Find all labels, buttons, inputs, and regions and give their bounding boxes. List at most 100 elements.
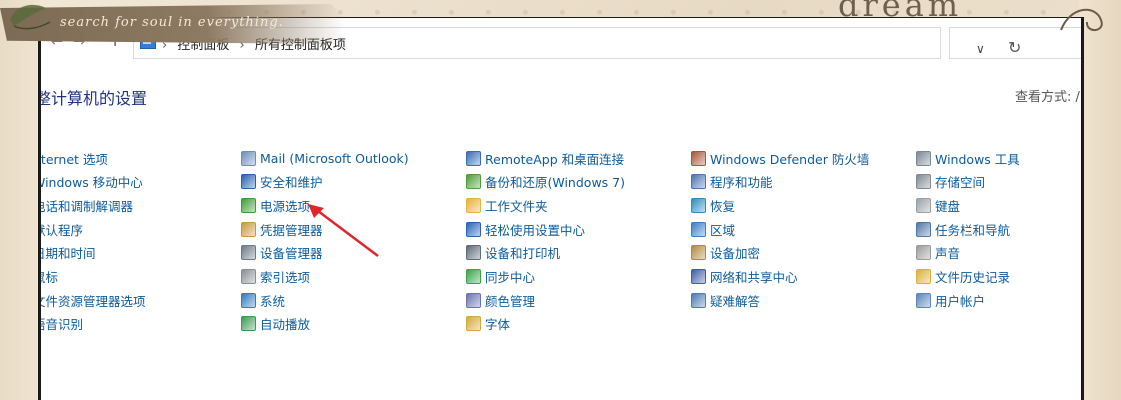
control-panel-item[interactable]: 文件资源管理器选项 bbox=[38, 289, 146, 311]
control-panel-item[interactable]: 鼠标 bbox=[41, 266, 59, 288]
sound-icon bbox=[916, 245, 931, 261]
storage-icon bbox=[916, 174, 931, 190]
control-panel-item[interactable]: 用户帐户 bbox=[916, 289, 985, 311]
swirl-icon bbox=[1060, 8, 1103, 31]
item-label: Windows Defender 防火墙 bbox=[710, 151, 870, 167]
power-icon bbox=[241, 197, 256, 213]
control-panel-item[interactable]: 轻松使用设置中心 bbox=[466, 218, 585, 240]
item-label: 语音识别 bbox=[38, 317, 84, 333]
item-label: 用户帐户 bbox=[935, 293, 986, 309]
file-history-icon bbox=[916, 269, 931, 284]
view-by-selector[interactable]: 查看方式: / bbox=[1015, 86, 1080, 105]
control-panel-item[interactable]: Windows 工具 bbox=[916, 147, 1020, 169]
item-label: Windows 工具 bbox=[935, 151, 1020, 167]
control-panel-item[interactable]: 恢复 bbox=[691, 194, 735, 216]
autoplay-icon bbox=[241, 316, 256, 332]
item-label: 恢复 bbox=[710, 198, 736, 214]
control-panel-item[interactable]: Windows Defender 防火墙 bbox=[691, 147, 869, 169]
control-panel-item[interactable]: 自动播放 bbox=[241, 313, 310, 335]
control-panel-item[interactable]: 语音识别 bbox=[38, 313, 84, 335]
item-label: 文件历史记录 bbox=[935, 270, 1011, 285]
item-label: 存储空间 bbox=[935, 175, 986, 191]
troubleshoot-icon bbox=[691, 292, 706, 308]
control-panel-item[interactable]: 任务栏和导航 bbox=[916, 218, 1010, 240]
page-title: 整计算机的设置 bbox=[38, 89, 148, 108]
control-panel-item[interactable]: 字体 bbox=[466, 313, 510, 335]
control-panel-item[interactable]: Windows 移动中心 bbox=[41, 171, 143, 193]
control-panel-item[interactable]: 疑难解答 bbox=[691, 289, 760, 311]
control-panel-item[interactable]: RemoteApp 和桌面连接 bbox=[466, 147, 624, 169]
user-accounts-icon bbox=[916, 292, 931, 308]
item-label: 键盘 bbox=[935, 198, 961, 214]
index-icon bbox=[241, 269, 256, 284]
firewall-icon bbox=[691, 150, 706, 166]
annotation-arrow-icon bbox=[308, 204, 379, 257]
control-panel-item[interactable]: 存储空间 bbox=[916, 171, 985, 193]
item-label: 日期和时间 bbox=[38, 246, 96, 262]
background-paper-right bbox=[1079, 0, 1121, 400]
item-label: 自动播放 bbox=[260, 317, 311, 333]
keyboard-icon bbox=[916, 197, 931, 213]
control-panel-item[interactable]: 默认程序 bbox=[38, 218, 84, 240]
work-folders-icon bbox=[466, 197, 481, 213]
item-label: 默认程序 bbox=[38, 222, 84, 238]
leaf-icon bbox=[10, 4, 51, 30]
item-label: 任务栏和导航 bbox=[935, 222, 1011, 238]
device-manager-icon bbox=[241, 245, 256, 261]
recovery-icon bbox=[691, 197, 706, 213]
control-panel-item[interactable]: 区域 bbox=[691, 218, 735, 240]
banner-text: search for soul in everything. bbox=[60, 15, 284, 30]
control-panel-item[interactable]: 同步中心 bbox=[466, 266, 535, 288]
control-panel-item[interactable]: 电话和调制解调器 bbox=[38, 194, 134, 216]
control-panel-item[interactable]: 备份和还原(Windows 7) bbox=[466, 171, 625, 193]
control-panel-item[interactable]: Mail (Microsoft Outlook) bbox=[241, 147, 409, 169]
item-label: 字体 bbox=[485, 317, 511, 333]
flag-icon bbox=[241, 174, 256, 190]
control-panel-window: ← → ˅ ↑ › 控制面板 › 所有控制面板项 ∨ ↻ 整计算机的设置 查看方… bbox=[38, 17, 1084, 400]
item-label: 备份和还原(Windows 7) bbox=[485, 175, 625, 191]
control-panel-item[interactable]: 电源选项 bbox=[241, 194, 310, 216]
item-label: 声音 bbox=[935, 246, 961, 262]
item-label: 电话和调制解调器 bbox=[38, 198, 134, 214]
item-label: 同步中心 bbox=[485, 270, 536, 285]
control-panel-item[interactable]: 程序和功能 bbox=[691, 171, 773, 193]
backup-icon bbox=[466, 174, 481, 190]
control-panel-item[interactable]: 工作文件夹 bbox=[466, 194, 548, 216]
item-label: 网络和共享中心 bbox=[710, 270, 798, 285]
control-panel-item[interactable]: 设备和打印机 bbox=[466, 242, 560, 264]
control-panel-item[interactable]: 网络和共享中心 bbox=[691, 266, 798, 288]
item-label: 电源选项 bbox=[260, 198, 311, 214]
control-panel-item[interactable]: 键盘 bbox=[916, 194, 960, 216]
control-panel-item[interactable]: 安全和维护 bbox=[241, 171, 323, 193]
item-label: 安全和维护 bbox=[260, 175, 323, 191]
system-icon bbox=[241, 292, 256, 308]
item-label: 文件资源管理器选项 bbox=[38, 293, 146, 309]
color-management-icon bbox=[466, 292, 481, 308]
encryption-icon bbox=[691, 245, 706, 261]
item-label: Mail (Microsoft Outlook) bbox=[260, 150, 409, 166]
control-panel-item[interactable]: 颜色管理 bbox=[466, 289, 535, 311]
control-panel-item[interactable]: 文件历史记录 bbox=[916, 266, 1010, 288]
region-icon bbox=[691, 221, 706, 237]
sync-icon bbox=[466, 269, 481, 284]
remoteapp-icon bbox=[466, 150, 481, 166]
item-label: 工作文件夹 bbox=[485, 198, 548, 214]
control-panel-item[interactable]: 声音 bbox=[916, 242, 960, 264]
item-label: 设备加密 bbox=[710, 246, 761, 262]
control-panel-item[interactable]: 日期和时间 bbox=[38, 242, 96, 264]
item-label: 系统 bbox=[260, 293, 286, 309]
control-panel-item[interactable]: 设备加密 bbox=[691, 242, 760, 264]
font-icon bbox=[466, 316, 481, 332]
control-panel-item[interactable]: 系统 bbox=[241, 289, 285, 311]
taskbar-icon bbox=[916, 221, 931, 237]
item-label: 区域 bbox=[710, 222, 736, 238]
control-panel-item[interactable]: 索引选项 bbox=[241, 266, 310, 288]
network-icon bbox=[691, 269, 706, 284]
item-label: 设备和打印机 bbox=[485, 246, 561, 262]
item-label: 颜色管理 bbox=[485, 293, 536, 309]
control-panel-item[interactable]: nternet 选项 bbox=[41, 147, 108, 169]
item-label: 鼠标 bbox=[41, 270, 59, 285]
item-label: 索引选项 bbox=[260, 270, 311, 285]
corner-decorative-text: dream bbox=[838, 0, 963, 24]
programs-icon bbox=[691, 174, 706, 190]
